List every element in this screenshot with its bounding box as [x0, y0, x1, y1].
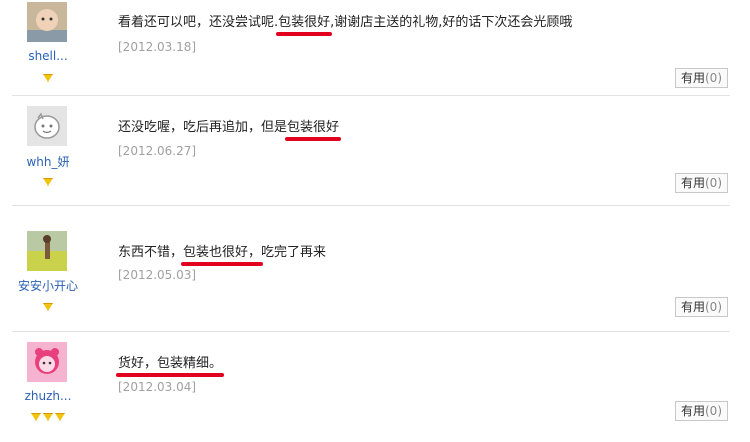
review-date: [2012.03.18]: [118, 40, 197, 54]
diamond-badge-icon: [43, 303, 53, 311]
diamond-badge-icon: [43, 413, 53, 421]
review-text: 还没吃喔，吃后再追加，但是包装很好: [118, 116, 342, 141]
highlighted-phrase: 包装也很好，: [181, 241, 264, 266]
red-underline: [181, 262, 264, 266]
avatar[interactable]: [27, 106, 67, 146]
diamond-badge-icon: [43, 74, 53, 82]
review-text: 货好，包装精细。: [116, 352, 225, 377]
useful-button[interactable]: 有用(0): [674, 401, 728, 421]
username[interactable]: shell...: [0, 49, 96, 63]
review-item: zhuzh... 货好，包装精细。 [2012.03.04] 有用(0): [0, 332, 740, 442]
useful-button[interactable]: 有用(0): [674, 68, 728, 88]
diamond-badge-icon: [31, 413, 41, 421]
avatar[interactable]: [27, 231, 67, 271]
username[interactable]: 安安小开心: [0, 277, 96, 294]
review-item: shell... 看着还可以吧，还没尝试呢.包装很好 ,谢谢店主送的礼物,好的话下…: [0, 0, 740, 96]
user-level-badges: [0, 171, 96, 186]
avatar[interactable]: [27, 2, 67, 42]
review-text: 东西不错，包装也很好， 吃完了再来: [118, 241, 326, 266]
user-level-badges: [0, 67, 96, 82]
useful-button[interactable]: 有用(0): [674, 297, 728, 317]
review-text: 看着还可以吧，还没尝试呢.包装很好 ,谢谢店主送的礼物,好的话下次还会光顾哦: [118, 11, 572, 36]
red-underline: [116, 373, 225, 377]
user-level-badges: [0, 296, 96, 311]
red-underline: [285, 137, 342, 141]
useful-button[interactable]: 有用(0): [674, 173, 728, 193]
highlighted-phrase: 货好，包装精细。: [116, 352, 225, 377]
user-level-badges: [0, 406, 96, 421]
review-item: 安安小开心 东西不错，包装也很好， 吃完了再来 [2012.05.03] 有用(0…: [0, 206, 740, 332]
review-item: whh_妍 还没吃喔，吃后再追加，但是包装很好 [2012.06.27] 有用(…: [0, 96, 740, 206]
highlighted-phrase: 包装很好: [276, 11, 333, 36]
username[interactable]: zhuzh...: [0, 389, 96, 403]
review-date: [2012.06.27]: [118, 144, 197, 158]
diamond-badge-icon: [55, 413, 65, 421]
red-underline: [276, 32, 333, 36]
highlighted-phrase: 包装很好: [285, 116, 342, 141]
review-date: [2012.05.03]: [118, 268, 197, 282]
avatar[interactable]: [27, 342, 67, 382]
review-date: [2012.03.04]: [118, 380, 197, 394]
username[interactable]: whh_妍: [0, 153, 96, 170]
diamond-badge-icon: [43, 178, 53, 186]
